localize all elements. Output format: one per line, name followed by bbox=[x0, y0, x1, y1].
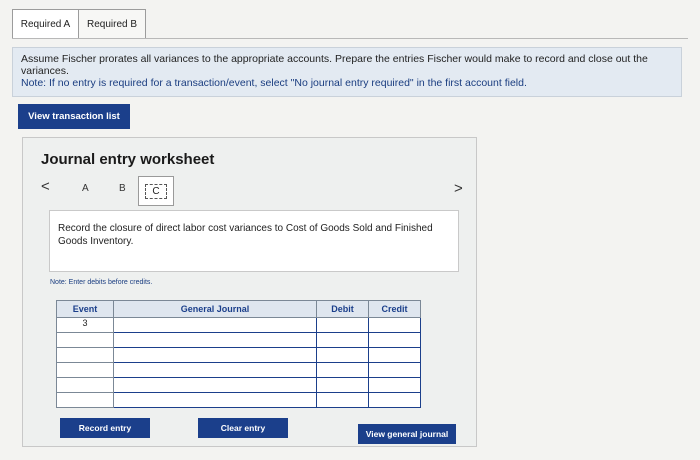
event-cell bbox=[56, 347, 114, 363]
event-cell bbox=[56, 377, 114, 393]
credit-field[interactable] bbox=[368, 317, 421, 333]
debit-field[interactable] bbox=[316, 317, 369, 333]
debit-field[interactable] bbox=[316, 347, 369, 363]
chevron-left-icon[interactable]: < bbox=[41, 178, 50, 195]
journal-entry-table: Event General Journal Debit Credit 3 bbox=[56, 300, 421, 408]
account-field[interactable] bbox=[113, 317, 317, 333]
view-general-journal-button[interactable]: View general journal bbox=[358, 424, 456, 444]
clear-entry-button[interactable]: Clear entry bbox=[198, 418, 288, 438]
instructions-text: Assume Fischer prorates all variances to… bbox=[21, 53, 648, 77]
table-row bbox=[56, 392, 421, 408]
debit-field[interactable] bbox=[316, 392, 369, 408]
account-field[interactable] bbox=[113, 347, 317, 363]
event-cell bbox=[56, 362, 114, 378]
worksheet-step-a[interactable]: A bbox=[82, 183, 89, 194]
account-field[interactable] bbox=[113, 392, 317, 408]
debit-field[interactable] bbox=[316, 377, 369, 393]
worksheet-step-b[interactable]: B bbox=[119, 183, 126, 194]
table-row bbox=[56, 377, 421, 393]
credit-field[interactable] bbox=[368, 377, 421, 393]
credit-field[interactable] bbox=[368, 347, 421, 363]
table-row bbox=[56, 362, 421, 378]
tab-label: Required A bbox=[20, 18, 71, 30]
debit-field[interactable] bbox=[316, 332, 369, 348]
account-field[interactable] bbox=[113, 377, 317, 393]
table-row bbox=[56, 347, 421, 363]
tab-divider bbox=[12, 38, 688, 39]
chevron-right-icon[interactable]: > bbox=[454, 180, 463, 197]
journal-entry-worksheet: Journal entry worksheet < A B C > Record… bbox=[22, 137, 477, 447]
header-debit: Debit bbox=[316, 300, 369, 318]
account-field[interactable] bbox=[113, 332, 317, 348]
worksheet-step-c[interactable]: C bbox=[138, 176, 174, 206]
header-general-journal: General Journal bbox=[113, 300, 317, 318]
tab-required-b[interactable]: Required B bbox=[78, 9, 146, 39]
credit-field[interactable] bbox=[368, 332, 421, 348]
event-cell bbox=[56, 332, 114, 348]
credit-field[interactable] bbox=[368, 362, 421, 378]
credit-field[interactable] bbox=[368, 392, 421, 408]
event-cell: 3 bbox=[56, 317, 114, 333]
table-row: 3 bbox=[56, 317, 421, 333]
step-label: C bbox=[145, 183, 167, 199]
header-event: Event bbox=[56, 300, 114, 318]
header-credit: Credit bbox=[368, 300, 421, 318]
worksheet-title: Journal entry worksheet bbox=[41, 151, 215, 168]
instructions-note: Note: If no entry is required for a tran… bbox=[21, 77, 527, 89]
account-field[interactable] bbox=[113, 362, 317, 378]
debits-note: Note: Enter debits before credits. bbox=[50, 279, 153, 286]
transaction-description: Record the closure of direct labor cost … bbox=[49, 210, 459, 272]
table-row bbox=[56, 332, 421, 348]
debit-field[interactable] bbox=[316, 362, 369, 378]
view-transaction-list-button[interactable]: View transaction list bbox=[18, 104, 130, 129]
instructions-panel: Assume Fischer prorates all variances to… bbox=[12, 47, 682, 97]
tab-required-a[interactable]: Required A bbox=[12, 9, 78, 39]
record-entry-button[interactable]: Record entry bbox=[60, 418, 150, 438]
event-cell bbox=[56, 392, 114, 408]
tab-label: Required B bbox=[86, 18, 138, 30]
